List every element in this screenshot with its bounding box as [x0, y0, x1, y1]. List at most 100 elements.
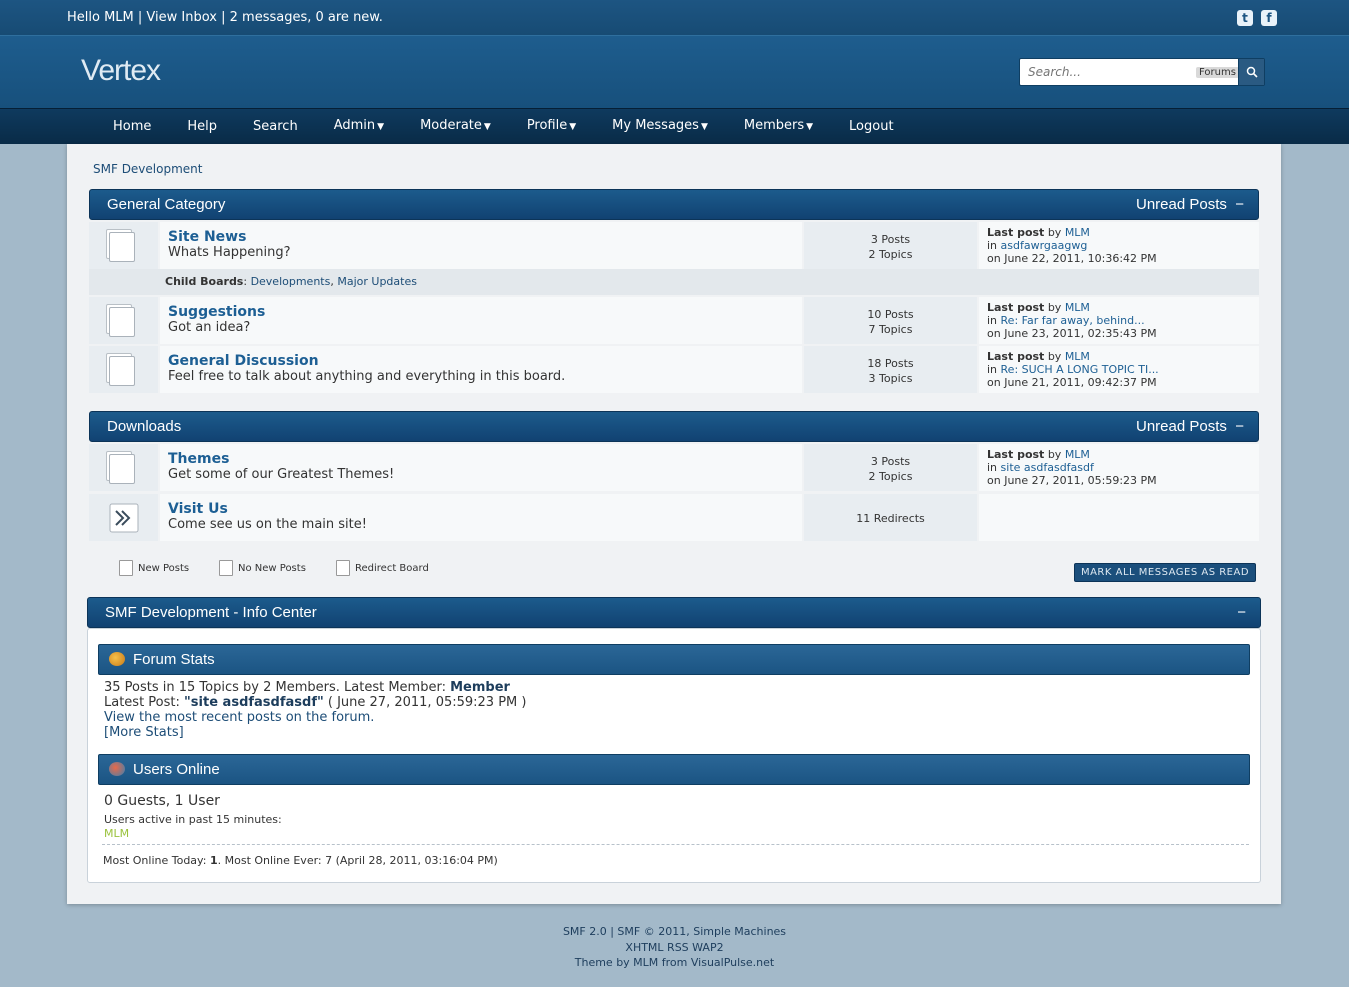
view-inbox-link[interactable]: View Inbox [146, 10, 217, 25]
last-post-date: on June 23, 2011, 02:35:43 PM [987, 327, 1157, 340]
collapse-icon[interactable]: − [1235, 418, 1244, 435]
topic-count: 2 Topics [868, 470, 913, 483]
info-center: Forum Stats 35 Posts in 15 Topics by 2 M… [87, 628, 1261, 883]
no-new-posts-icon [109, 232, 135, 262]
last-post: Last post by MLM in Re: Far far away, be… [979, 297, 1259, 344]
board-description: Feel free to talk about anything and eve… [168, 369, 566, 384]
nav-admin[interactable]: Admin ▼ [316, 109, 402, 144]
last-post-topic[interactable]: Re: SUCH A LONG TOPIC TI... [1001, 363, 1159, 376]
redirect-count: 11 Redirects [856, 512, 925, 525]
stats-icon [109, 652, 125, 666]
unread-posts-link[interactable]: Unread Posts [1136, 418, 1227, 435]
board-icon-cell [89, 494, 158, 541]
header: Vertex Forums [0, 36, 1349, 108]
last-post-date: on June 22, 2011, 10:36:42 PM [987, 252, 1157, 265]
unread-posts-link[interactable]: Unread Posts [1136, 196, 1227, 213]
chevron-down-icon: ▼ [806, 122, 814, 132]
board-name[interactable]: Visit Us [168, 501, 802, 517]
board-info: General Discussion Feel free to talk abo… [160, 346, 802, 393]
last-post-date: on June 27, 2011, 05:59:23 PM [987, 474, 1157, 487]
nav-my-messages[interactable]: My Messages ▼ [594, 109, 726, 144]
post-count: 3 Posts [870, 233, 911, 246]
mark-all-read-button[interactable]: MARK ALL MESSAGES AS READ [1074, 563, 1256, 582]
category-header: General Category Unread Posts − [89, 189, 1259, 220]
facebook-icon[interactable]: f [1261, 10, 1277, 26]
legend-new-posts: New Posts [119, 560, 189, 576]
last-post-topic[interactable]: site asdfasdfasdf [1001, 461, 1094, 474]
footer-links[interactable]: XHTML RSS WAP2 [0, 940, 1349, 956]
post-count: 10 Posts [867, 308, 914, 321]
last-post-topic[interactable]: asdfawrgaagwg [1001, 239, 1088, 252]
last-post-topic[interactable]: Re: Far far away, behind... [1001, 314, 1145, 327]
child-board-link[interactable]: Developments [251, 275, 331, 288]
no-new-posts-icon [109, 307, 135, 337]
nav-members[interactable]: Members ▼ [726, 109, 831, 144]
greeting: Hello MLM [67, 10, 134, 25]
nav-home[interactable]: Home [95, 110, 169, 144]
nav-profile[interactable]: Profile ▼ [509, 109, 594, 144]
breadcrumb[interactable]: SMF Development [93, 162, 202, 176]
chevron-down-icon: ▼ [377, 122, 385, 132]
redirect-icon [109, 503, 139, 533]
collapse-icon[interactable]: − [1235, 196, 1244, 213]
latest-post-link[interactable]: "site asdfasdfasdf" [184, 695, 324, 710]
search-button[interactable] [1238, 59, 1264, 85]
board-info: Themes Get some of our Greatest Themes! [160, 444, 802, 491]
category-title[interactable]: Downloads [107, 418, 181, 435]
collapse-icon[interactable]: − [1237, 598, 1246, 627]
site-logo[interactable]: Vertex [81, 54, 161, 88]
board-name[interactable]: Site News [168, 229, 802, 245]
message-count: 2 messages, 0 are new. [229, 10, 383, 25]
last-post-empty [979, 494, 1259, 541]
board-description: Got an idea? [168, 320, 251, 335]
board-name[interactable]: Themes [168, 451, 802, 467]
footer: SMF 2.0 | SMF © 2011, Simple Machines XH… [0, 924, 1349, 971]
board-description: Whats Happening? [168, 245, 291, 260]
board-stats: 18 Posts 3 Topics [804, 346, 977, 393]
last-post: Last post by MLM in asdfawrgaagwg on Jun… [979, 222, 1259, 269]
board-description: Come see us on the main site! [168, 517, 367, 532]
nav-moderate[interactable]: Moderate ▼ [402, 109, 509, 144]
footer-copyright[interactable]: SMF 2.0 | SMF © 2011, Simple Machines [0, 924, 1349, 940]
no-new-posts-icon [219, 560, 233, 576]
twitter-icon[interactable]: t [1237, 10, 1253, 26]
board-icon-cell [89, 346, 158, 393]
board-name[interactable]: General Discussion [168, 353, 802, 369]
last-post-user[interactable]: MLM [1065, 226, 1090, 239]
redirect-icon [336, 560, 350, 576]
nav-search[interactable]: Search [235, 110, 316, 144]
online-user-link[interactable]: MLM [104, 827, 282, 840]
topic-count: 7 Topics [868, 323, 913, 336]
no-new-posts-icon [109, 454, 135, 484]
no-new-posts-icon [109, 356, 135, 386]
child-board-link[interactable]: Major Updates [337, 275, 417, 288]
last-post-user[interactable]: MLM [1065, 448, 1090, 461]
last-post-user[interactable]: MLM [1065, 350, 1090, 363]
board-name[interactable]: Suggestions [168, 304, 802, 320]
last-post-user[interactable]: MLM [1065, 301, 1090, 314]
board-row: General Discussion Feel free to talk abo… [89, 346, 1259, 393]
footer-theme-credit[interactable]: Theme by MLM from VisualPulse.net [0, 955, 1349, 971]
category-title[interactable]: General Category [107, 196, 225, 213]
latest-member-link[interactable]: Member [450, 680, 510, 695]
users-online: 0 Guests, 1 User Users active in past 15… [104, 793, 282, 840]
active-users-label: Users active in past 15 minutes: [104, 813, 282, 826]
last-post: Last post by MLM in Re: SUCH A LONG TOPI… [979, 346, 1259, 393]
topic-count: 2 Topics [868, 248, 913, 261]
board-row: Visit Us Come see us on the main site! 1… [89, 494, 1259, 541]
search-icon [1246, 66, 1258, 78]
main-nav: Home Help Search Admin ▼ Moderate ▼ Profil… [0, 108, 1349, 144]
topic-count: 3 Topics [868, 372, 913, 385]
category-header: Downloads Unread Posts − [89, 411, 1259, 442]
forum-stats: 35 Posts in 15 Topics by 2 Members. Late… [104, 680, 527, 740]
recent-posts-link[interactable]: View the most recent posts on the forum. [104, 710, 374, 725]
search-scope-select[interactable]: Forums [1196, 66, 1239, 78]
more-stats-link[interactable]: [More Stats] [104, 725, 184, 740]
search-input[interactable] [1028, 65, 1193, 79]
legend-redirect: Redirect Board [336, 560, 429, 576]
nav-help[interactable]: Help [169, 110, 235, 144]
users-online-header: Users Online [98, 754, 1250, 785]
board-description: Get some of our Greatest Themes! [168, 467, 395, 482]
post-count: 3 Posts [870, 455, 911, 468]
nav-logout[interactable]: Logout [831, 110, 912, 144]
